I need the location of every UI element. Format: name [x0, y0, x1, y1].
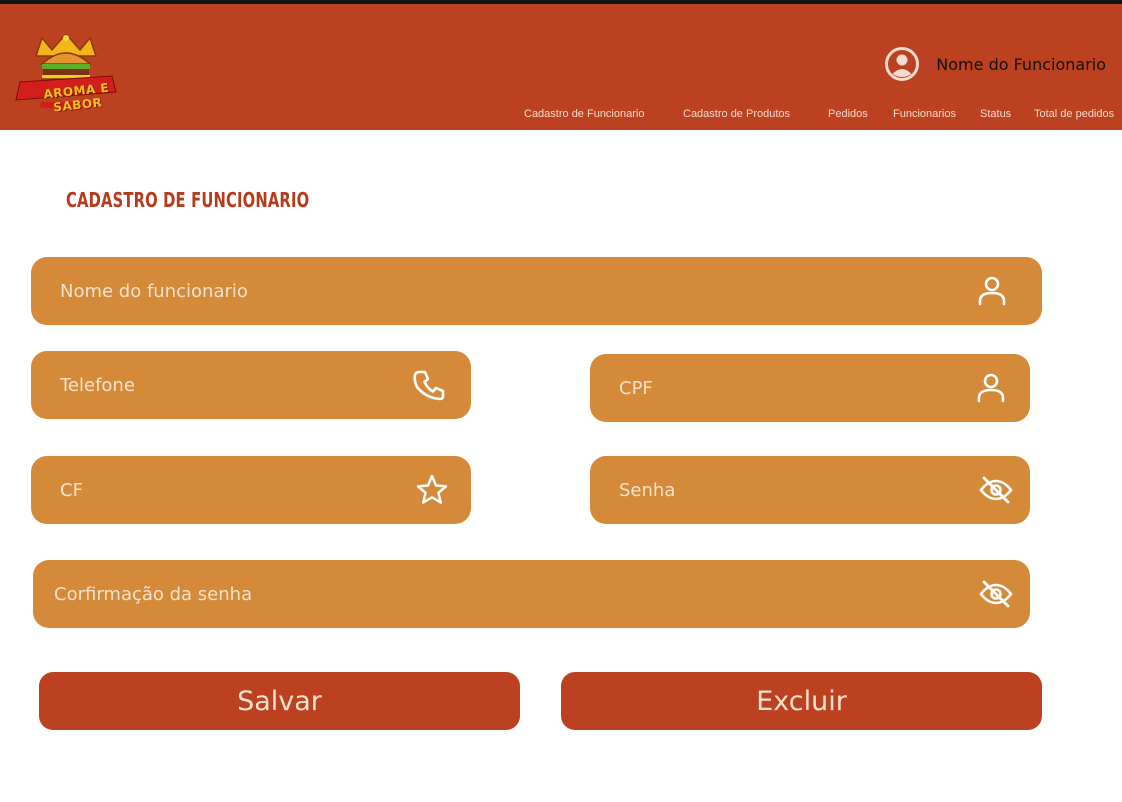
password-confirm-placeholder: Corfirmação da senha	[54, 583, 253, 605]
nav-pedidos[interactable]: Pedidos	[828, 108, 868, 120]
app-header: AROMA E SABOR Nome do Funcionario Cadast…	[0, 4, 1122, 130]
nav-total-pedidos[interactable]: Total de pedidos	[1034, 108, 1114, 120]
employee-name-field[interactable]: Nome do funcionario	[31, 257, 1042, 325]
cpf-field[interactable]: CPF	[590, 354, 1030, 422]
user-menu[interactable]: Nome do Funcionario	[884, 46, 1106, 82]
delete-button[interactable]: Excluir	[561, 672, 1042, 730]
nav-cadastro-funcionario[interactable]: Cadastro de Funcionario	[524, 108, 644, 120]
nav-cadastro-produtos[interactable]: Cadastro de Produtos	[683, 108, 790, 120]
cf-field[interactable]: CF	[31, 456, 471, 524]
phone-icon	[411, 367, 447, 403]
employee-name-placeholder: Nome do funcionario	[60, 280, 248, 302]
phone-placeholder: Telefone	[60, 374, 135, 396]
main-nav: Cadastro de Funcionario Cadastro de Prod…	[524, 108, 1122, 124]
user-icon	[973, 370, 1009, 406]
eye-off-icon[interactable]	[978, 576, 1014, 612]
eye-off-icon[interactable]	[978, 472, 1014, 508]
nav-funcionarios[interactable]: Funcionarios	[893, 108, 956, 120]
user-name: Nome do Funcionario	[936, 54, 1106, 74]
password-field[interactable]: Senha	[590, 456, 1030, 524]
page-title: CADASTRO DE FUNCIONARIO	[66, 188, 310, 212]
user-icon	[974, 273, 1010, 309]
cf-placeholder: CF	[60, 479, 83, 501]
nav-status[interactable]: Status	[980, 108, 1011, 120]
brand-logo[interactable]: AROMA E SABOR	[12, 34, 120, 116]
cpf-placeholder: CPF	[619, 377, 653, 399]
star-icon	[414, 472, 450, 508]
save-button[interactable]: Salvar	[39, 672, 520, 730]
user-avatar-icon	[885, 47, 920, 81]
password-placeholder: Senha	[619, 479, 676, 501]
password-confirm-field[interactable]: Corfirmação da senha	[33, 560, 1030, 628]
phone-field[interactable]: Telefone	[31, 351, 471, 419]
